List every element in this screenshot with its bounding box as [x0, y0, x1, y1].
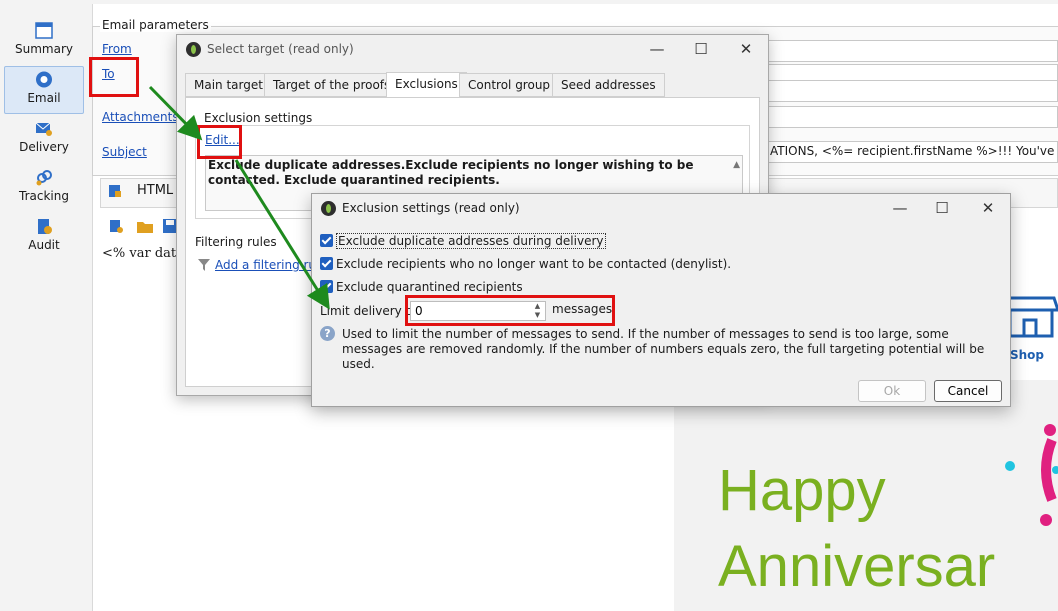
- subject-link[interactable]: Subject: [102, 145, 147, 159]
- minimize-icon[interactable]: —: [645, 39, 669, 59]
- app-logo-icon: [321, 201, 336, 216]
- dialog-title: Exclusion settings (read only): [342, 201, 520, 215]
- attachments-field[interactable]: [768, 106, 1058, 128]
- dialog-titlebar[interactable]: Exclusion settings (read only) — ☐ ✕: [312, 194, 1010, 224]
- dialog-titlebar[interactable]: Select target (read only) — ☐ ✕: [177, 35, 768, 65]
- email-parameters-title: Email parameters: [100, 18, 211, 32]
- tab-target-of-proofs[interactable]: Target of the proofs: [264, 73, 400, 97]
- window-icon: [35, 22, 53, 39]
- exclude-quarantined-checkbox[interactable]: Exclude quarantined recipients: [320, 280, 523, 296]
- funnel-icon: [198, 259, 210, 271]
- tab-control-group[interactable]: Control group: [459, 73, 560, 97]
- new-file-icon[interactable]: [108, 218, 124, 234]
- exclusion-settings-title: Exclusion settings: [202, 111, 315, 125]
- exclude-duplicates-checkbox[interactable]: Exclude duplicate addresses during deliv…: [320, 233, 606, 250]
- left-navigation: Summary Email Delivery Tracking Audit: [0, 0, 90, 611]
- nav-item-label: Tracking: [19, 189, 69, 203]
- nav-item-label: Audit: [28, 238, 60, 252]
- checkbox-checked[interactable]: [320, 257, 333, 270]
- add-filtering-rule-link[interactable]: Add a filtering rule: [215, 258, 327, 272]
- scroll-up-icon[interactable]: ▲: [733, 158, 740, 173]
- maximize-icon[interactable]: ☐: [689, 39, 713, 59]
- nav-item-email[interactable]: Email: [4, 66, 84, 114]
- shop-label: Shop: [1010, 348, 1045, 362]
- close-icon[interactable]: ✕: [976, 198, 1000, 218]
- tab-seed-addresses[interactable]: Seed addresses: [552, 73, 665, 97]
- limit-delivery-label: Limit delivery to: [320, 304, 418, 318]
- checkbox-label: Exclude recipients who no longer want to…: [336, 257, 732, 271]
- nav-item-label: Summary: [15, 42, 73, 56]
- maximize-icon[interactable]: ☐: [930, 198, 954, 218]
- nav-item-label: Delivery: [19, 140, 69, 154]
- filtering-rules-title: Filtering rules: [195, 235, 277, 249]
- nav-item-label: Email: [27, 91, 61, 105]
- link-chain-icon: [36, 170, 52, 186]
- code-preview: <% var date: [102, 246, 184, 261]
- envelope-person-icon: [35, 122, 52, 136]
- from-link[interactable]: From: [102, 42, 132, 56]
- attachments-link[interactable]: Attachments: [102, 110, 179, 124]
- cc-field[interactable]: [768, 80, 1058, 102]
- exclusion-summary-text: Exclude duplicate addresses.Exclude reci…: [208, 158, 694, 187]
- tab-exclusions[interactable]: Exclusions: [386, 72, 467, 98]
- document-warning-icon: [38, 219, 52, 234]
- limit-info-text: Used to limit the number of messages to …: [342, 327, 985, 371]
- dialog-title: Select target (read only): [207, 42, 354, 56]
- limit-highlight-box: [405, 295, 615, 326]
- nav-item-audit[interactable]: Audit: [4, 214, 84, 262]
- ok-button[interactable]: Ok: [858, 380, 926, 402]
- nav-item-summary[interactable]: Summary: [4, 18, 84, 66]
- subject-value: ATIONS, <%= recipient.firstName %>!!! Yo…: [770, 144, 1058, 158]
- close-icon[interactable]: ✕: [734, 39, 758, 59]
- nav-item-delivery[interactable]: Delivery: [4, 116, 84, 164]
- to-highlight-box: [89, 57, 139, 97]
- cancel-button[interactable]: Cancel: [934, 380, 1002, 402]
- checkbox-checked[interactable]: [320, 234, 333, 247]
- happy-text: Happy: [718, 458, 886, 523]
- from-field[interactable]: [768, 40, 1058, 62]
- info-icon: ?: [320, 326, 335, 341]
- checkbox-label: Exclude quarantined recipients: [336, 280, 523, 294]
- app-logo-icon: [186, 42, 201, 57]
- anniversary-text: Anniversar: [718, 534, 996, 599]
- confetti-decoration: [1005, 424, 1058, 526]
- email-circle-icon: [36, 71, 52, 88]
- tab-main-target[interactable]: Main target: [185, 73, 272, 97]
- html-document-icon: [109, 185, 121, 197]
- exclude-denylist-checkbox[interactable]: Exclude recipients who no longer want to…: [320, 257, 731, 273]
- checkbox-label: Exclude duplicate addresses during deliv…: [336, 233, 606, 249]
- edit-highlight-box: [197, 125, 242, 159]
- minimize-icon[interactable]: —: [888, 198, 912, 218]
- shop-icon: [1004, 296, 1058, 338]
- open-folder-icon[interactable]: [136, 218, 154, 234]
- checkbox-checked[interactable]: [320, 280, 333, 293]
- editor-toolbar: [100, 210, 180, 240]
- nav-item-tracking[interactable]: Tracking: [4, 165, 84, 213]
